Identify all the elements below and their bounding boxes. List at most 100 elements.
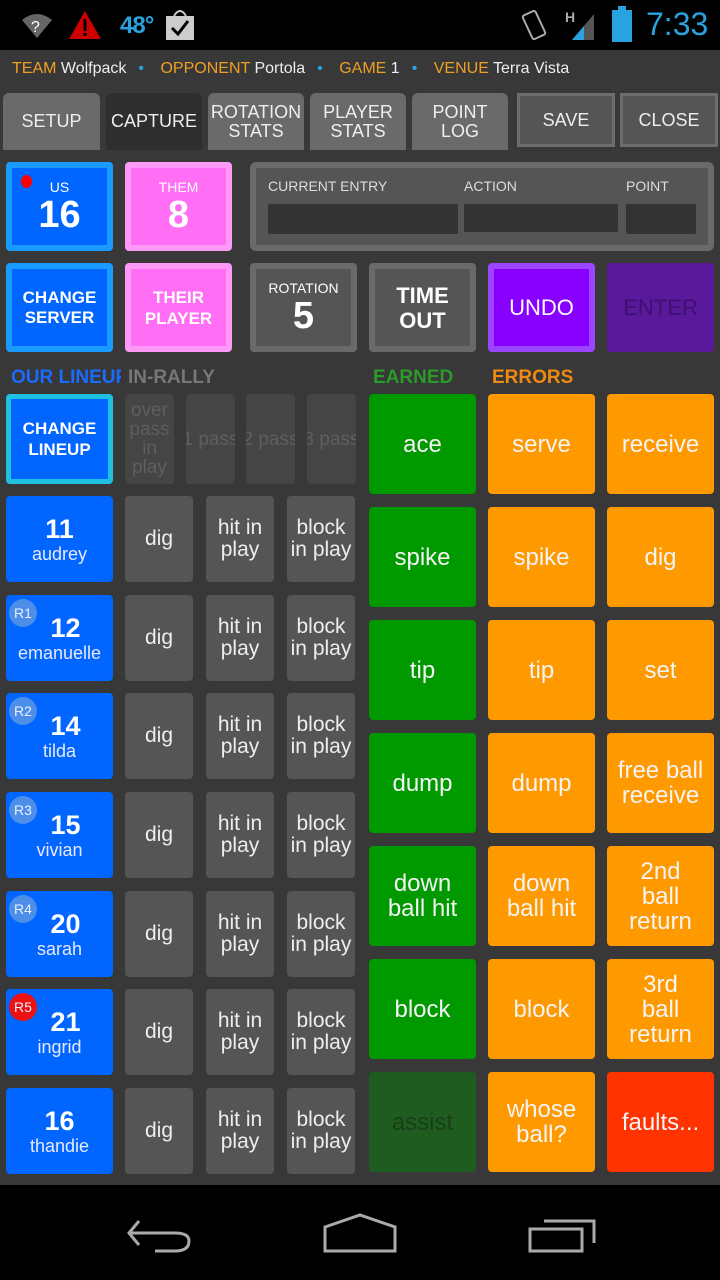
rotation-display[interactable]: ROTATION 5 [250,263,357,352]
player-number: 11 [45,513,74,544]
player-name: audrey [31,543,88,564]
player-dig-button[interactable]: dig [125,891,193,977]
earned-block-button[interactable]: block [369,959,476,1059]
player-dig-button[interactable]: dig [125,693,193,779]
player-block-in-play-button[interactable]: block in play [287,693,355,779]
error-spike-button[interactable]: spike [488,507,595,607]
error-receive-button[interactable]: receive [607,394,714,494]
them-label: THEM [158,178,199,195]
in-rally-over-pass-in-play-button[interactable]: over pass in play [125,394,174,484]
signal-h-icon: H [565,9,594,40]
separator: • [138,60,145,77]
player-card[interactable]: R4 20 sarah [6,891,113,977]
their-player-button[interactable]: THEIR PLAYER [125,263,232,352]
in-rally-2-pass-button[interactable]: 2 pass [246,394,295,484]
navigation-bar [0,1185,720,1280]
error-2nd-ball-return-button[interactable]: 2nd ball return [607,846,714,946]
player-name: thandie [29,1135,90,1156]
in-rally-header: IN-RALLY [128,367,215,388]
error-dump-button[interactable]: dump [488,733,595,833]
rotation-badge: R4 [9,895,37,923]
player-name: sarah [36,938,83,959]
error-free-ball-receive-button[interactable]: free ball receive [607,733,714,833]
player-card[interactable]: R3 15 vivian [6,792,113,878]
player-block-in-play-button[interactable]: block in play [287,891,355,977]
back-icon[interactable] [125,1217,195,1257]
player-dig-button[interactable]: dig [125,989,193,1075]
change-server-button[interactable]: CHANGE SERVER [6,263,113,352]
player-dig-button[interactable]: dig [125,595,193,681]
opponent-label: OPPONENT [160,60,250,77]
entry-panel: CURRENT ENTRY ACTION POINT [250,162,714,251]
tab-player-stats[interactable]: PLAYER STATS [310,93,406,150]
error-down-ball-hit-button[interactable]: down ball hit [488,846,595,946]
player-block-in-play-button[interactable]: block in play [287,792,355,878]
tab-point-log[interactable]: POINT LOG [412,93,508,150]
player-card[interactable]: 16 thandie [6,1088,113,1174]
tab-setup[interactable]: SETUP [3,93,100,150]
player-number: 15 [50,809,81,840]
svg-text:?: ? [31,19,40,36]
player-block-in-play-button[interactable]: block in play [287,496,355,582]
error-faults-button[interactable]: faults... [607,1072,714,1172]
player-hit-in-play-button[interactable]: hit in play [206,792,274,878]
player-name: emanuelle [17,642,102,663]
rotation-badge: R5 [9,993,37,1021]
in-rally-3-pass-button[interactable]: 3 pass [307,394,356,484]
temperature: 48° [120,12,154,39]
undo-button[interactable]: UNDO [488,263,595,352]
player-hit-in-play-button[interactable]: hit in play [206,1088,274,1174]
player-hit-in-play-button[interactable]: hit in play [206,595,274,681]
serving-indicator [21,175,32,188]
earned-spike-button[interactable]: spike [369,507,476,607]
team-label: TEAM [12,60,57,77]
player-hit-in-play-button[interactable]: hit in play [206,989,274,1075]
player-dig-button[interactable]: dig [125,1088,193,1174]
player-card[interactable]: 11 audrey [6,496,113,582]
error-block-button[interactable]: block [488,959,595,1059]
earned-ace-button[interactable]: ace [369,394,476,494]
earned-assist-button[interactable]: assist [369,1072,476,1172]
save-button[interactable]: SAVE [517,93,615,147]
tab-capture[interactable]: CAPTURE [106,93,202,150]
player-block-in-play-button[interactable]: block in play [287,1088,355,1174]
opponent-value: Portola [254,60,306,77]
rotation-badge: R2 [9,697,37,725]
earned-tip-button[interactable]: tip [369,620,476,720]
player-hit-in-play-button[interactable]: hit in play [206,693,274,779]
us-score[interactable]: US 16 [6,162,113,251]
player-block-in-play-button[interactable]: block in play [287,595,355,681]
recent-apps-icon[interactable] [528,1215,600,1255]
player-hit-in-play-button[interactable]: hit in play [206,891,274,977]
venue-value: Terra Vista [493,60,570,77]
separator: • [411,60,418,77]
change-lineup-button[interactable]: CHANGE LINEUP [6,394,113,484]
error-tip-button[interactable]: tip [488,620,595,720]
player-hit-in-play-button[interactable]: hit in play [206,496,274,582]
error-3rd-ball-return-button[interactable]: 3rd ball return [607,959,714,1059]
player-number: 20 [50,908,81,939]
error-set-button[interactable]: set [607,620,714,720]
player-dig-button[interactable]: dig [125,496,193,582]
game-value: 1 [390,60,400,77]
error-dig-button[interactable]: dig [607,507,714,607]
error-serve-button[interactable]: serve [488,394,595,494]
earned-dump-button[interactable]: dump [369,733,476,833]
in-rally-1-pass-button[interactable]: 1 pass [186,394,235,484]
error-whose-ball-button[interactable]: whose ball? [488,1072,595,1172]
tab-rotation-stats[interactable]: ROTATION STATS [208,93,304,150]
team-value: Wolfpack [60,60,127,77]
earned-down-ball-hit-button[interactable]: down ball hit [369,846,476,946]
timeout-button[interactable]: TIME OUT [369,263,476,352]
rotation-icon [521,9,547,41]
player-dig-button[interactable]: dig [125,792,193,878]
enter-button[interactable]: ENTER [607,263,714,352]
player-card[interactable]: R1 12 emanuelle [6,595,113,681]
player-block-in-play-button[interactable]: block in play [287,989,355,1075]
home-icon[interactable] [322,1213,398,1255]
player-card[interactable]: R5 21 ingrid [6,989,113,1075]
player-card[interactable]: R2 14 tilda [6,693,113,779]
them-score[interactable]: THEM 8 [125,162,232,251]
player-name: ingrid [37,1036,82,1057]
close-button[interactable]: CLOSE [620,93,718,147]
